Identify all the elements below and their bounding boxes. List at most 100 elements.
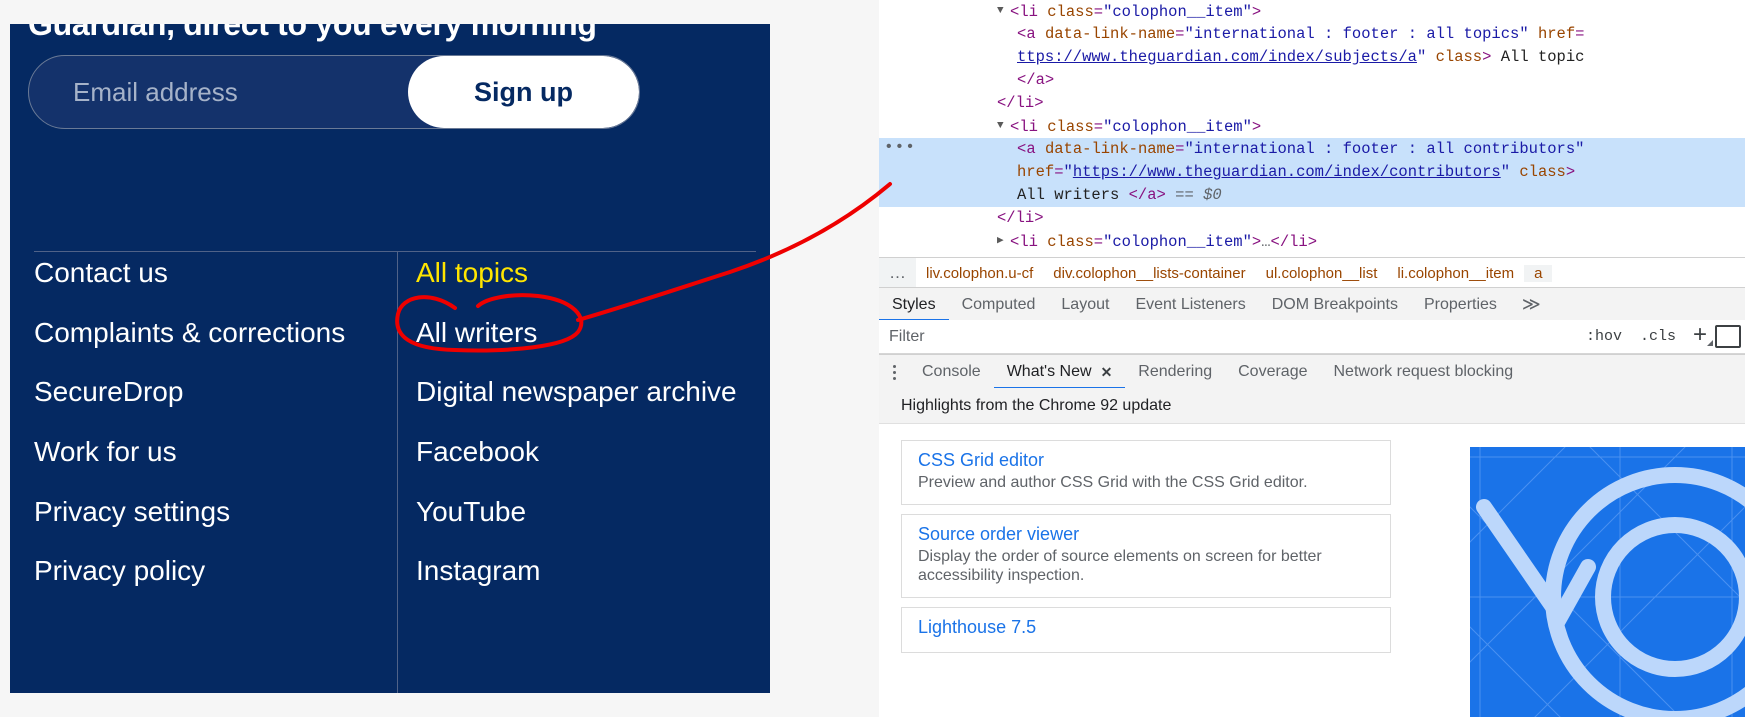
whats-new-card-title[interactable]: Source order viewer (918, 524, 1079, 545)
hov-toggle-button[interactable]: :hov (1577, 328, 1631, 345)
dom-token-val: " (1500, 163, 1511, 181)
filter-input[interactable] (879, 322, 1577, 351)
tab-dom-breakpoints[interactable]: DOM Breakpoints (1259, 288, 1411, 321)
whats-new-card-title[interactable]: Lighthouse 7.5 (918, 617, 1036, 638)
tab-layout[interactable]: Layout (1048, 288, 1122, 321)
email-input[interactable] (29, 56, 408, 128)
dom-tree-line[interactable]: All writers </a> == $0 (879, 184, 1745, 207)
chrome-devtools-graphic-icon (1470, 447, 1745, 717)
footer-link-privacy-settings[interactable]: Privacy settings (34, 497, 374, 527)
dom-tree-line[interactable]: ttps://www.theguardian.com/index/subject… (879, 46, 1745, 69)
dom-token-tag: li (1015, 94, 1035, 112)
dom-line-content: ▼ <li class="colophon__item"> (879, 3, 1261, 21)
dom-tree-line[interactable]: ••• <a data-link-name="international : fo… (879, 138, 1745, 161)
chevron-double-right-icon[interactable]: ≫ (1510, 288, 1553, 321)
dom-token-sp (1426, 48, 1435, 66)
dom-tree-line[interactable]: <a data-link-name = "international : foote… (879, 23, 1745, 46)
close-icon[interactable]: ✕ (1101, 364, 1113, 381)
dom-token-val: "international : footer : all topics" (1184, 25, 1529, 43)
tab-rendering-label: Rendering (1138, 363, 1213, 380)
sign-up-button[interactable]: Sign up (408, 56, 639, 128)
breadcrumb-item-li-colophon-item[interactable]: li.colophon__item (1387, 265, 1524, 282)
footer-link-instagram[interactable]: Instagram (416, 556, 756, 586)
tab-properties[interactable]: Properties (1411, 288, 1510, 321)
dom-line-badge-icon[interactable]: ••• (884, 136, 916, 159)
footer-link-privacy-policy[interactable]: Privacy policy (34, 556, 374, 586)
dom-token-tag: li (1019, 117, 1038, 136)
footer-link-youtube[interactable]: YouTube (416, 497, 756, 527)
breadcrumb-item-div-colophon-lists-container[interactable]: div.colophon__lists-container (1043, 265, 1255, 282)
dom-token-attr: data-link-name (1044, 140, 1176, 158)
footer-link-all-topics[interactable]: All topics (416, 258, 756, 288)
dom-token-val: "colophon__item" (1103, 2, 1252, 21)
dom-token-brk: = (1093, 117, 1104, 136)
dom-token-brk: = (1054, 163, 1064, 181)
whats-new-card[interactable]: CSS Grid editor Preview and author CSS G… (901, 440, 1391, 505)
dom-token-attr: href (1017, 163, 1055, 181)
dom-token-brk: </ (997, 94, 1016, 112)
breadcrumb-item-ul-colophon-list[interactable]: ul.colophon__list (1256, 265, 1388, 282)
whats-new-card[interactable]: Source order viewer Display the order of… (901, 513, 1391, 598)
dom-token-txt: All writers (1017, 186, 1129, 204)
caret-icon (1707, 340, 1713, 346)
cls-toggle-button[interactable]: .cls (1631, 328, 1685, 345)
whats-new-card[interactable]: Lighthouse 7.5 (901, 606, 1391, 653)
tab-event-listeners[interactable]: Event Listeners (1122, 288, 1258, 321)
dom-token-brk: </ (997, 209, 1016, 227)
footer-link-work-for-us[interactable]: Work for us (34, 437, 374, 467)
breadcrumb-overflow-button[interactable]: … (879, 258, 916, 288)
dom-token-dim: == (1175, 186, 1204, 204)
dom-tree-line[interactable]: ▼ <li class="colophon__item"> (879, 0, 1745, 23)
dom-token-tag: li (1015, 209, 1035, 227)
drawer-tabbar: Console What's New ✕ Rendering Coverage … (879, 354, 1745, 389)
tab-computed[interactable]: Computed (949, 288, 1049, 321)
expand-triangle-right-icon[interactable]: ▶ (997, 230, 1009, 253)
whats-new-body: CSS Grid editor Preview and author CSS G… (879, 424, 1745, 717)
footer-link-securedrop[interactable]: SecureDrop (34, 377, 374, 407)
breadcrumb-item-liv-colophon[interactable]: liv.colophon.u-cf (916, 265, 1043, 282)
dom-tree-line[interactable]: href= "https://www.theguardian.com/index/… (879, 161, 1745, 184)
footer-divider (34, 251, 756, 252)
more-tools-icon[interactable] (879, 355, 909, 389)
footer-link-facebook[interactable]: Facebook (416, 437, 756, 467)
dom-token-brk: </ (1128, 186, 1148, 204)
whats-new-card-description: Display the order of source elements on … (918, 547, 1322, 584)
dom-line-content: href= "https://www.theguardian.com/index/… (879, 163, 1575, 181)
expand-triangle-down-icon[interactable]: ▼ (997, 0, 1009, 23)
dom-tree-line[interactable]: </li> (879, 92, 1745, 115)
tab-network-request-blocking-label: Network request blocking (1333, 363, 1514, 380)
tab-console[interactable]: Console (909, 355, 994, 389)
dom-token-val: " (1416, 48, 1427, 66)
dom-token-brk: > (1251, 117, 1262, 136)
dom-tree-line[interactable]: ▶<li class="colophon__item">…</li> (879, 230, 1745, 253)
breadcrumb-item-a[interactable]: a (1524, 264, 1553, 282)
dom-tree[interactable]: ▼ <li class="colophon__item"> <a data-link… (879, 0, 1745, 257)
dom-token-brk: = (1093, 2, 1104, 21)
dom-token-lnk: https://www.theguardian.com/index/contri… (1072, 163, 1501, 181)
dom-token-tag: a (1147, 186, 1157, 204)
whats-new-card-title[interactable]: CSS Grid editor (918, 450, 1044, 471)
footer-link-complaints-corrections[interactable]: Complaints & corrections (34, 317, 374, 348)
dom-token-sp (1036, 25, 1045, 43)
dom-token-txt: All topic (1500, 48, 1585, 66)
dom-tree-line[interactable]: </li> (879, 207, 1745, 230)
tab-styles[interactable]: Styles (879, 288, 949, 321)
dom-token-sp (1166, 186, 1175, 204)
new-style-rule-button[interactable]: + (1685, 323, 1715, 350)
tab-whats-new[interactable]: What's New ✕ (994, 355, 1126, 389)
tab-rendering[interactable]: Rendering (1125, 355, 1225, 389)
tab-whats-new-label: What's New (1006, 363, 1092, 380)
tab-network-request-blocking[interactable]: Network request blocking (1321, 355, 1527, 389)
footer-link-contact-us[interactable]: Contact us (34, 258, 374, 288)
computed-sidebar-toggle-icon[interactable] (1715, 325, 1741, 348)
dom-token-sp (1529, 25, 1538, 43)
expand-triangle-down-icon[interactable]: ▼ (997, 115, 1009, 138)
dom-tree-line[interactable]: ▼ <li class="colophon__item"> (879, 115, 1745, 138)
dom-token-brk: </ (1017, 71, 1036, 89)
plus-icon: + (1692, 321, 1707, 348)
tab-coverage[interactable]: Coverage (1225, 355, 1320, 389)
dom-tree-line[interactable]: </a> (879, 69, 1745, 92)
footer-link-all-writers[interactable]: All writers (416, 317, 756, 348)
footer-link-digital-newspaper-archive[interactable]: Digital newspaper archive (416, 377, 756, 407)
dom-token-brk: < (1017, 140, 1027, 158)
